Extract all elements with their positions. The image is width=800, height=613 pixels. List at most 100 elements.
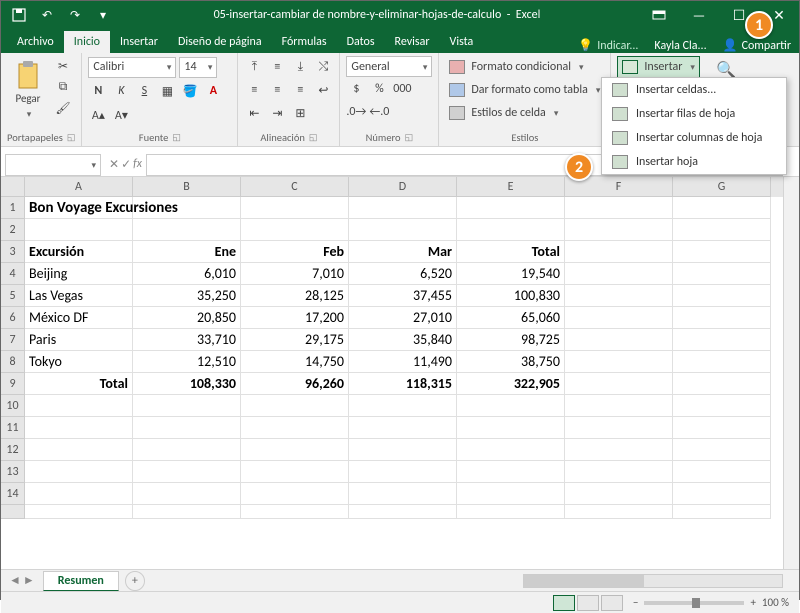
zoom-level[interactable]: 100 % [762, 596, 789, 609]
qat-customize-icon[interactable]: ▾ [91, 3, 115, 27]
sheet-tab-resumen[interactable]: Resumen [43, 571, 119, 591]
cell[interactable] [565, 307, 673, 329]
cell[interactable] [457, 197, 565, 219]
row-header[interactable]: 3 [1, 241, 25, 263]
cell[interactable] [241, 483, 349, 505]
insert-split-button[interactable]: Insertar [617, 56, 700, 78]
cell[interactable] [565, 373, 673, 395]
new-sheet-button[interactable]: + [125, 571, 145, 591]
cell[interactable]: 108,330 [133, 373, 241, 395]
increase-decimal-icon[interactable]: .0→ [346, 102, 366, 122]
cell[interactable] [25, 461, 133, 483]
cancel-formula-icon[interactable]: ✕ [109, 157, 119, 172]
align-top-icon[interactable]: ⤒ [244, 57, 264, 77]
tab-insertar[interactable]: Insertar [110, 31, 168, 53]
cell[interactable] [133, 439, 241, 461]
cell[interactable]: 100,830 [457, 285, 565, 307]
redo-icon[interactable]: ↷ [63, 3, 87, 27]
cell[interactable]: 35,840 [349, 329, 457, 351]
cell[interactable] [565, 483, 673, 505]
row-header[interactable] [1, 505, 25, 519]
cell[interactable] [565, 219, 673, 241]
cell[interactable]: Total [25, 373, 133, 395]
cell[interactable]: 35,250 [133, 285, 241, 307]
cell[interactable] [25, 505, 133, 519]
cell[interactable]: Excursión [25, 241, 133, 263]
cell[interactable] [133, 505, 241, 519]
minimize-icon[interactable]: — [679, 1, 719, 29]
align-center-icon[interactable]: ≡ [267, 80, 287, 100]
cell[interactable]: 38,750 [457, 351, 565, 373]
cell[interactable] [565, 439, 673, 461]
cell[interactable]: 27,010 [349, 307, 457, 329]
cell[interactable] [133, 395, 241, 417]
fx-icon[interactable]: fx [133, 157, 142, 172]
cell[interactable]: Beijing [25, 263, 133, 285]
cell[interactable]: Mar [349, 241, 457, 263]
col-header[interactable]: E [457, 177, 565, 197]
row-header[interactable]: 14 [1, 483, 25, 505]
cell[interactable] [25, 219, 133, 241]
italic-button[interactable]: K [111, 81, 131, 101]
cell[interactable]: 6,010 [133, 263, 241, 285]
col-header[interactable]: C [241, 177, 349, 197]
cell[interactable]: 14,750 [241, 351, 349, 373]
col-header[interactable]: G [673, 177, 771, 197]
wrap-text-icon[interactable]: ↩ [313, 80, 333, 100]
cell[interactable] [25, 483, 133, 505]
cell[interactable] [349, 417, 457, 439]
cell[interactable] [241, 417, 349, 439]
cell[interactable] [673, 505, 771, 519]
cell[interactable]: 33,710 [133, 329, 241, 351]
cell[interactable] [133, 483, 241, 505]
cell[interactable]: 98,725 [457, 329, 565, 351]
row-header[interactable]: 6 [1, 307, 25, 329]
tab-formulas[interactable]: Fórmulas [272, 31, 337, 53]
cell[interactable] [457, 439, 565, 461]
cell-styles-button[interactable]: Estilos de celda [445, 102, 604, 124]
orientation-icon[interactable]: ⤭ [313, 57, 333, 77]
cell[interactable] [673, 263, 771, 285]
row-header[interactable]: 4 [1, 263, 25, 285]
cell[interactable] [673, 395, 771, 417]
cell[interactable] [25, 395, 133, 417]
cell[interactable] [565, 351, 673, 373]
cell[interactable] [349, 439, 457, 461]
cell[interactable]: Bon Voyage Excursiones [25, 197, 133, 219]
cell[interactable]: Total [457, 241, 565, 263]
cell[interactable] [349, 219, 457, 241]
cell[interactable]: 11,490 [349, 351, 457, 373]
tab-revisar[interactable]: Revisar [385, 31, 440, 53]
cell[interactable]: 17,200 [241, 307, 349, 329]
cell[interactable]: Las Vegas [25, 285, 133, 307]
decrease-font-icon[interactable]: A▾ [111, 105, 131, 125]
sheet-nav-next-icon[interactable]: ► [23, 573, 35, 588]
cell[interactable]: Ene [133, 241, 241, 263]
align-bottom-icon[interactable]: ⤓ [290, 57, 310, 77]
share-button[interactable]: 👤 Compartir [715, 38, 799, 53]
row-header[interactable]: 10 [1, 395, 25, 417]
enter-formula-icon[interactable]: ✓ [121, 157, 131, 172]
row-header[interactable]: 11 [1, 417, 25, 439]
cell[interactable] [349, 461, 457, 483]
cell[interactable] [673, 351, 771, 373]
cell[interactable] [565, 263, 673, 285]
view-page-break-icon[interactable] [601, 595, 623, 611]
cell[interactable] [673, 219, 771, 241]
format-painter-icon[interactable]: 🖌 [53, 98, 73, 118]
comma-icon[interactable]: 000 [392, 79, 412, 99]
fill-color-icon[interactable]: 🪣 [180, 81, 200, 101]
menu-insert-sheet[interactable]: Insertar hoja [602, 150, 786, 174]
cell[interactable] [349, 197, 457, 219]
cell[interactable] [133, 219, 241, 241]
row-header[interactable]: 9 [1, 373, 25, 395]
cell[interactable] [241, 219, 349, 241]
horizontal-scrollbar[interactable] [523, 574, 783, 588]
cell[interactable] [241, 461, 349, 483]
cell[interactable] [25, 439, 133, 461]
cell[interactable] [241, 395, 349, 417]
tell-me-search[interactable]: 💡 Indicar... [570, 38, 646, 53]
cell[interactable]: 6,520 [349, 263, 457, 285]
cell[interactable]: 19,540 [457, 263, 565, 285]
row-header[interactable]: 8 [1, 351, 25, 373]
